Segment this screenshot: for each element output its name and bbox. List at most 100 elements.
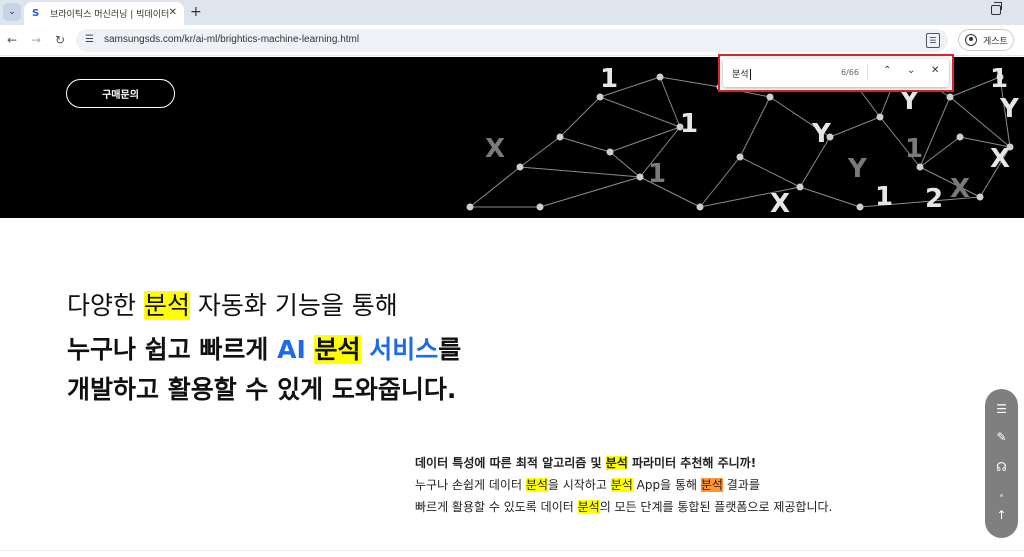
network-node [796,183,804,191]
edit-document-icon[interactable]: ✎ [993,429,1010,446]
description-text: App을 통해 [632,478,701,492]
description-text: 을 시작하고 [547,478,611,492]
headline-line-2: 누구나 쉽고 빠르게 AI 분석 서비스를 [67,330,461,366]
graphic-glyph: 1 [905,134,923,164]
back-arrow-icon[interactable]: ← [7,33,17,47]
address-bar[interactable]: ☰ samsungsds.com/kr/ai-ml/brightics-mach… [76,29,948,52]
network-node [466,203,474,211]
description-line-2: 누구나 손쉽게 데이터 분석을 시작하고 분석 App을 통해 분석 결과를 [415,474,832,496]
description-line-3: 빠르게 활용할 수 있도록 데이터 분석의 모든 단계를 통합된 플랫폼으로 제… [415,496,832,518]
network-link [539,176,641,208]
site-favicon-icon: S [32,7,40,19]
text-caret [749,69,751,80]
forward-arrow-icon[interactable]: → [31,33,41,47]
network-node [876,113,884,121]
graphic-glyph: X [990,144,1010,174]
graphic-glyph: 1 [680,109,698,139]
graphic-glyph: 1 [875,182,893,212]
graphic-glyph: X [485,134,505,164]
quick-menu: ☰ ✎ ☊ ↑ [985,389,1018,538]
tab-close-icon[interactable]: ✕ [169,7,177,18]
graphic-glyph: Y [847,154,868,184]
headline-text: 다양한 [67,291,144,320]
search-highlight: 분석 [525,478,548,492]
section-divider [0,550,1024,551]
current-search-match: 분석 [700,478,723,492]
network-node [606,148,614,156]
network-link [659,76,681,128]
description-block: 데이터 특성에 따른 최적 알고리즘 및 분석 파라미터 추천해 주니까! 누구… [415,452,832,518]
network-link [599,96,681,128]
profile-guest-button[interactable]: 게스트 [958,29,1014,51]
headline-text: 누구나 쉽고 빠르게 [67,335,278,364]
scroll-top-icon[interactable]: ↑ [993,507,1010,524]
headset-icon[interactable]: ☊ [993,459,1010,476]
find-input[interactable]: 분석 [732,67,751,80]
network-node [916,163,924,171]
network-node [516,163,524,171]
network-node [946,93,954,101]
headline-text: 자동화 기능을 통해 [189,291,398,320]
graphic-glyph: 1 [648,159,666,189]
description-text: 파라미터 추천해 주니까! [627,456,757,470]
guest-label: 게스트 [983,36,1008,47]
graphic-glyph: Y [811,119,832,149]
network-node [536,203,544,211]
close-icon[interactable]: ✕ [931,65,939,76]
find-divider [867,64,868,80]
chevron-up-icon[interactable]: ⌃ [883,65,891,76]
network-link [559,96,601,138]
description-text: 누구나 손쉽게 데이터 [415,478,526,492]
description-text: 데이터 특성에 따른 최적 알고리즘 및 [415,456,606,470]
network-node [736,153,744,161]
network-node [596,93,604,101]
network-node [696,203,704,211]
network-link [919,96,951,168]
network-link [659,76,721,88]
description-text: 빠르게 활용할 수 있도록 데이터 [415,500,578,514]
menu-dot [1000,494,1003,497]
network-link [739,96,771,158]
search-highlight: 분석 [314,335,361,364]
network-link [609,151,641,178]
purchase-inquiry-button[interactable]: 구매문의 [66,79,175,108]
site-info-icon[interactable]: ☰ [85,34,94,45]
search-highlight: 분석 [610,478,633,492]
window-restore-icon[interactable] [991,2,1002,15]
search-highlight: 분석 [577,500,600,514]
page-translate-icon[interactable]: ☰ [926,33,940,48]
chevron-down-icon: ⌄ [8,7,16,17]
search-highlight: 분석 [605,456,628,470]
description-text: 의 모든 단계를 통합된 플랫폼으로 제공합니다. [599,500,833,514]
find-bar-panel: 분석 6/66 ⌃ ⌄ ✕ [723,59,949,87]
network-link [699,156,741,208]
headline-text: 를 [438,335,462,364]
new-tab-button[interactable]: + [190,4,202,20]
graphic-glyph: 1 [600,64,618,94]
network-link [739,156,801,188]
browser-toolbar: ← → ↻ ☰ samsungsds.com/kr/ai-ml/brightic… [0,25,1024,56]
tab-active[interactable]: S 브라이틱스 머신러닝 | 빅데이터 ✕ [24,2,184,25]
network-link [469,166,521,208]
network-link [519,136,561,168]
reload-icon[interactable]: ↻ [55,33,65,47]
headline-line-3: 개발하고 활용할 수 있게 도와줍니다. [67,375,457,404]
network-node [556,133,564,141]
network-node [766,93,774,101]
sitemap-icon[interactable]: ☰ [993,401,1010,418]
tab-title: 브라이틱스 머신러닝 | 빅데이터 [50,10,170,20]
headline-accent: 서비스 [360,335,439,364]
network-link [559,136,611,153]
network-link [829,116,881,138]
network-node [856,203,864,211]
tab-strip: ⌄ S 브라이틱스 머신러닝 | 빅데이터 ✕ + [0,0,1024,25]
graphic-glyph: 2 [925,184,943,214]
tab-search-button[interactable]: ⌄ [3,3,21,21]
graphic-glyph: X [770,189,790,218]
headline-accent: AI [277,335,315,364]
chevron-down-icon[interactable]: ⌄ [907,65,915,76]
network-node [976,193,984,201]
network-node [636,173,644,181]
url-text[interactable]: samsungsds.com/kr/ai-ml/brightics-machin… [104,34,359,45]
network-link [799,186,861,208]
